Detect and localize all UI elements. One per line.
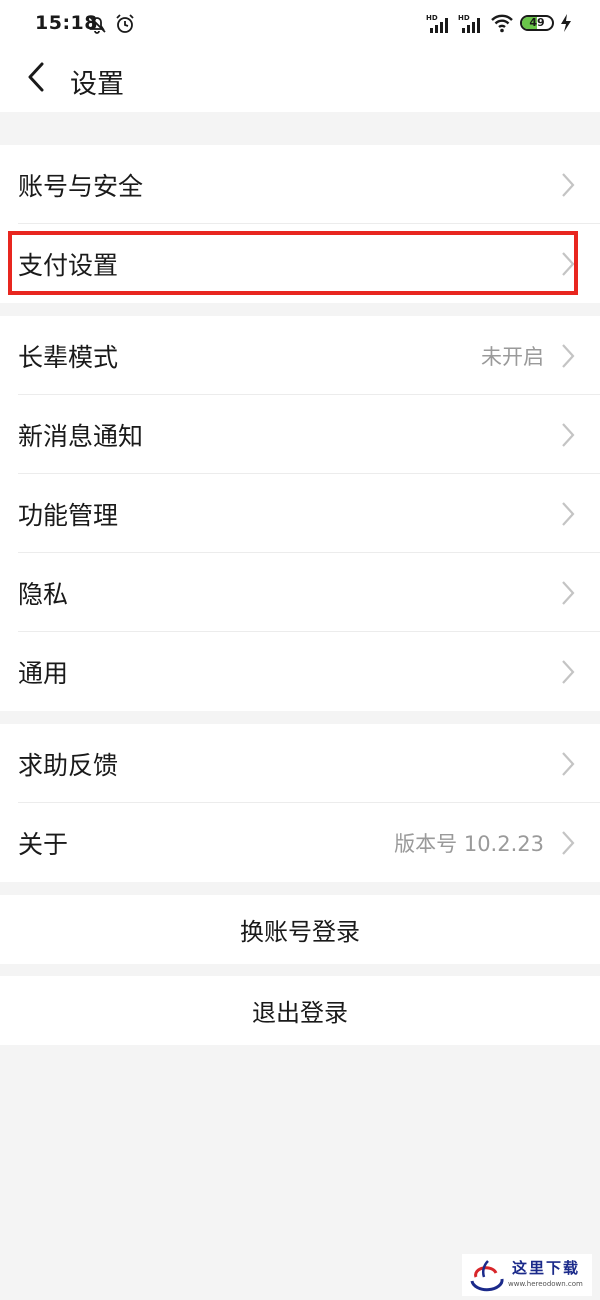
page-title: 设置 <box>70 69 124 100</box>
hd-signal-icon: HD <box>426 14 448 33</box>
settings-group-support: 求助反馈 关于 版本号 10.2.23 <box>0 724 600 882</box>
settings-row-privacy[interactable]: 隐私 <box>0 553 600 632</box>
row-label: 关于 <box>18 829 69 859</box>
settings-row-general[interactable]: 通用 <box>0 632 600 711</box>
row-label: 通用 <box>18 658 69 688</box>
settings-row-payment[interactable]: 支付设置 <box>0 224 600 303</box>
chevron-right-icon <box>562 830 575 855</box>
row-value: 未开启 <box>481 344 544 369</box>
settings-row-account-security[interactable]: 账号与安全 <box>0 145 600 224</box>
app-header: 设置 <box>0 50 600 112</box>
battery-icon: 49 <box>520 15 554 31</box>
row-label: 长辈模式 <box>18 342 119 372</box>
row-label: 新消息通知 <box>18 421 144 451</box>
chevron-right-icon <box>562 501 575 526</box>
watermark-url: www.hereodown.com <box>508 1280 583 1288</box>
row-value: 版本号 10.2.23 <box>394 831 544 856</box>
chevron-left-icon[interactable] <box>20 60 54 94</box>
switch-account-button[interactable]: 换账号登录 <box>0 895 600 964</box>
settings-group-general: 长辈模式 未开启 新消息通知 功能管理 隐私 通用 <box>0 316 600 711</box>
settings-row-about[interactable]: 关于 版本号 10.2.23 <box>0 803 600 882</box>
chevron-right-icon <box>562 172 575 197</box>
svg-text:HD: HD <box>458 14 470 22</box>
alarm-clock-icon <box>116 14 134 33</box>
chevron-right-icon <box>562 659 575 684</box>
watermark: 这里下载 www.hereodown.com <box>462 1254 592 1296</box>
status-left-icons <box>86 13 136 35</box>
chevron-right-icon <box>562 580 575 605</box>
watermark-logo-icon <box>470 1260 504 1292</box>
settings-group-account: 账号与安全 支付设置 <box>0 145 600 303</box>
charging-icon <box>561 14 571 32</box>
logout-button[interactable]: 退出登录 <box>0 976 600 1045</box>
watermark-text: 这里下载 <box>512 1259 581 1277</box>
row-label: 账号与安全 <box>18 171 144 201</box>
row-label: 支付设置 <box>18 250 119 280</box>
status-bar: 15:18 HD HD 49 <box>0 0 600 50</box>
svg-text:HD: HD <box>426 14 438 22</box>
settings-row-help-feedback[interactable]: 求助反馈 <box>0 724 600 803</box>
chevron-right-icon <box>562 751 575 776</box>
row-label: 隐私 <box>18 579 69 609</box>
wifi-icon <box>491 14 513 33</box>
chevron-right-icon <box>562 343 575 368</box>
settings-row-features[interactable]: 功能管理 <box>0 474 600 553</box>
chevron-right-icon <box>562 251 575 276</box>
status-right-icons: HD HD 49 <box>426 12 572 34</box>
row-label: 功能管理 <box>18 500 119 530</box>
hd-signal-icon: HD <box>458 14 480 33</box>
mute-bell-icon <box>88 15 106 34</box>
settings-row-elder-mode[interactable]: 长辈模式 未开启 <box>0 316 600 395</box>
battery-percent: 49 <box>529 16 545 29</box>
row-label: 求助反馈 <box>18 750 119 780</box>
settings-row-notifications[interactable]: 新消息通知 <box>0 395 600 474</box>
chevron-right-icon <box>562 422 575 447</box>
